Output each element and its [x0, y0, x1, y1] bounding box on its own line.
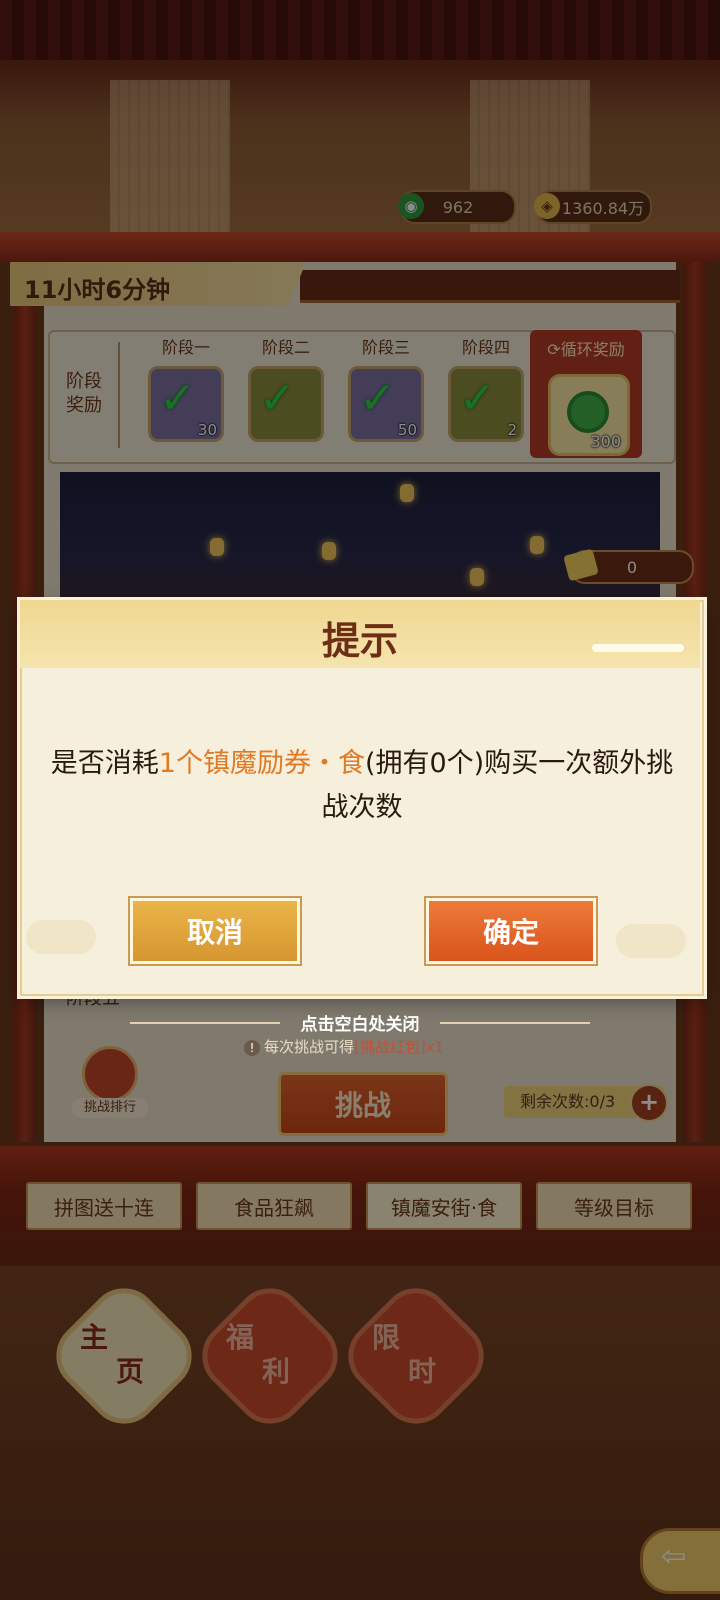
cost-highlight: 1个镇魔励券・食: [158, 748, 365, 779]
confirm-button[interactable]: 确定: [426, 898, 596, 964]
dialog-message: 是否消耗1个镇魔励券・食(拥有0个)购买一次额外挑战次数: [50, 748, 674, 823]
divider: [440, 1022, 590, 1024]
close-hint: 点击空白处关闭: [300, 1015, 420, 1035]
cancel-button[interactable]: 取消: [130, 898, 300, 964]
info-icon: !: [244, 1040, 260, 1056]
reward-item-name: [挑战红包]x1: [354, 1038, 445, 1056]
dialog-title: 提示: [321, 619, 398, 663]
reward-note: ! 每次挑战可得[挑战红包]x1: [244, 1036, 444, 1057]
cloud-decor: [26, 920, 96, 954]
cloud-decor: [616, 924, 686, 958]
